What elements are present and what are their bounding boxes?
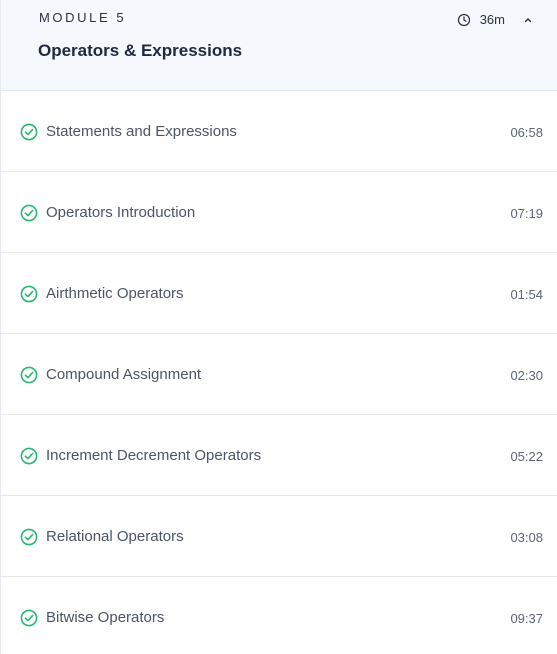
lesson-item[interactable]: Statements and Expressions 06:58 [1, 91, 557, 172]
lesson-title: Relational Operators [46, 528, 184, 545]
clock-icon [457, 13, 470, 26]
lesson-list: Statements and Expressions 06:58 Operato… [1, 91, 557, 654]
lesson-title: Increment Decrement Operators [46, 447, 262, 464]
lesson-item[interactable]: Increment Decrement Operators 05:22 [1, 415, 557, 496]
module-duration: 36m [457, 12, 505, 27]
lesson-duration: 06:58 [510, 125, 543, 140]
module-title: Operators & Expressions [38, 41, 243, 60]
lesson-title: Statements and Expressions [46, 123, 237, 140]
module-label: MODULE 5 [39, 10, 127, 25]
check-circle-icon [20, 528, 38, 546]
check-circle-icon [20, 366, 38, 384]
check-circle-icon [20, 204, 38, 222]
duration-text: 36m [479, 12, 505, 27]
lesson-item[interactable]: Operators Introduction 07:19 [1, 172, 557, 253]
check-circle-icon [20, 285, 38, 303]
lesson-item[interactable]: Airthmetic Operators 01:54 [1, 253, 557, 334]
lesson-title: Bitwise Operators [46, 609, 165, 626]
chevron-up-icon[interactable] [521, 13, 535, 27]
check-circle-icon [20, 609, 38, 627]
lesson-item[interactable]: Bitwise Operators 09:37 [1, 577, 557, 654]
lesson-title: Compound Assignment [46, 366, 202, 383]
lesson-item[interactable]: Relational Operators 03:08 [1, 496, 557, 577]
lesson-duration: 03:08 [510, 530, 543, 545]
module-header[interactable]: MODULE 5 Operators & Expressions 36m [1, 0, 557, 91]
lesson-item[interactable]: Compound Assignment 02:30 [1, 334, 557, 415]
lesson-duration: 01:54 [510, 287, 543, 302]
module-card: MODULE 5 Operators & Expressions 36m Sta… [0, 0, 557, 654]
check-circle-icon [20, 123, 38, 141]
check-circle-icon [20, 447, 38, 465]
lesson-title: Airthmetic Operators [46, 285, 184, 302]
lesson-duration: 07:19 [510, 206, 543, 221]
lesson-duration: 05:22 [510, 449, 543, 464]
lesson-title: Operators Introduction [46, 204, 196, 221]
lesson-duration: 09:37 [510, 611, 543, 626]
lesson-duration: 02:30 [510, 368, 543, 383]
